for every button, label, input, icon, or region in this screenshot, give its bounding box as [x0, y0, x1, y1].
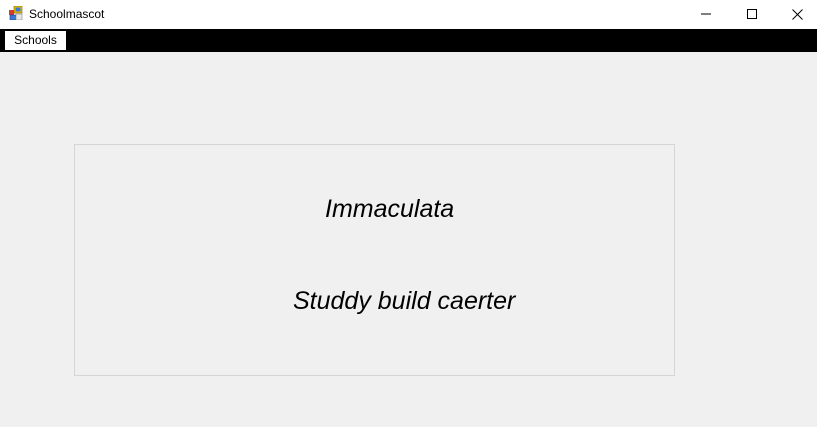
app-window: Schoolmascot Schools Immaculata Studdy b…: [0, 0, 817, 427]
maximize-icon: [747, 9, 757, 19]
close-icon: [792, 9, 803, 20]
window-title: Schoolmascot: [29, 7, 105, 21]
school-panel: Immaculata Studdy build caerter: [74, 144, 675, 376]
minimize-button[interactable]: [684, 0, 730, 29]
school-name-label: Immaculata: [325, 195, 455, 223]
close-button[interactable]: [775, 0, 817, 29]
menu-bar: Schools: [0, 29, 817, 52]
menu-item-schools[interactable]: Schools: [5, 31, 66, 50]
motto-label: Studdy build caerter: [293, 287, 516, 315]
minimize-icon: [701, 13, 711, 15]
app-icon: [9, 5, 23, 21]
title-bar[interactable]: Schoolmascot: [0, 0, 817, 29]
maximize-button[interactable]: [730, 0, 776, 29]
